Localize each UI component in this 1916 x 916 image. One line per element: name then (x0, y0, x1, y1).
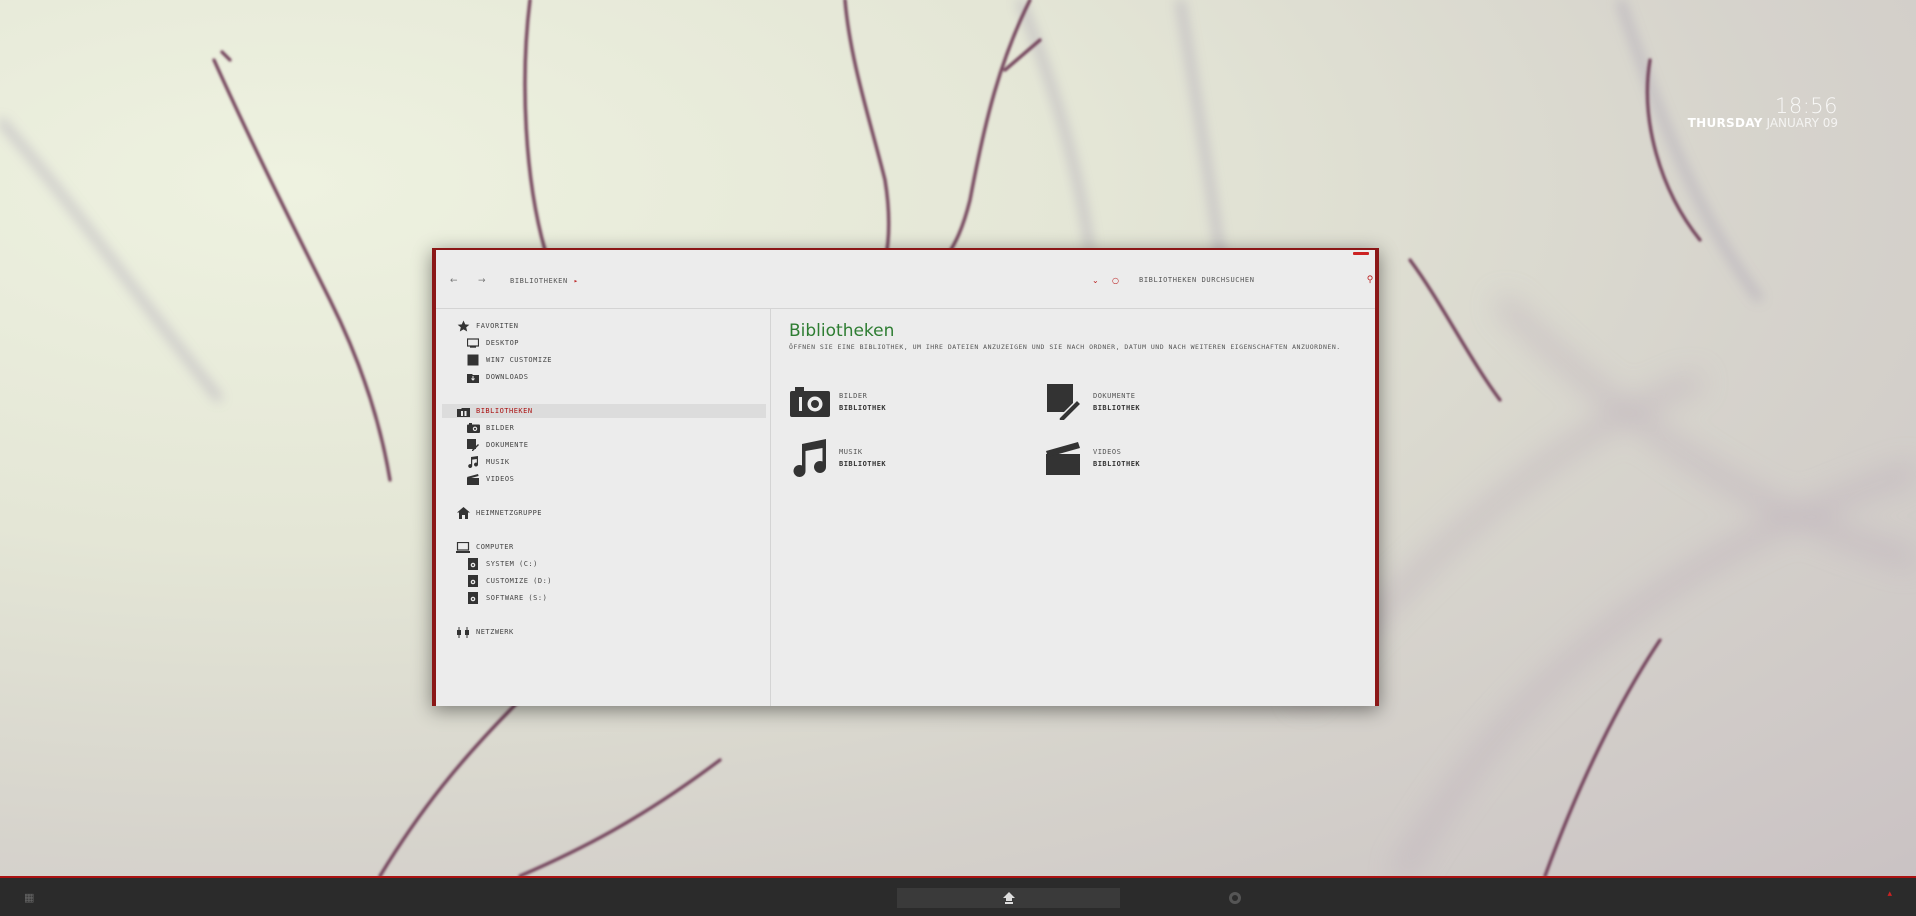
sidebar-item-bibliotheken[interactable]: BIBLIOTHEKEN (442, 404, 766, 418)
sidebar-item-bilder[interactable]: BILDER (466, 421, 514, 435)
sidebar-item-musik[interactable]: MUSIK (466, 455, 510, 469)
explorer-window: ← → BIBLIOTHEKEN ▸ ⌄ ○ BIBLIOTHEKEN DURCH… (432, 248, 1379, 706)
download-icon (466, 370, 480, 384)
square-icon (466, 353, 480, 367)
sidebar-item-netzwerk[interactable]: NETZWERK (456, 625, 514, 639)
taskbar-explorer-button[interactable] (897, 888, 1120, 908)
monitor-icon (466, 336, 480, 350)
library-tile-dokumente[interactable]: DOKUMENTE BIBLIOTHEK (1043, 381, 1140, 423)
library-icon (456, 404, 470, 418)
home-icon (456, 506, 470, 520)
document-icon (466, 438, 480, 452)
clapper-icon (466, 472, 480, 486)
tray-app-icon[interactable] (1228, 890, 1242, 909)
arrow-right-icon[interactable]: → (478, 276, 486, 286)
sidebar-item-favoriten[interactable]: FAVORITEN (456, 319, 518, 333)
star-icon (456, 319, 470, 333)
clapper-icon (1043, 437, 1085, 479)
sidebar-item-software-s[interactable]: SOFTWARE (S:) (466, 591, 547, 605)
drive-icon (466, 557, 480, 571)
tray-chevron-up-icon[interactable]: ▴ (1887, 889, 1892, 899)
search-placeholder: BIBLIOTHEKEN DURCHSUCHEN (1139, 276, 1255, 284)
start-grid-icon[interactable]: ▦ (24, 891, 34, 904)
explorer-icon (1002, 889, 1015, 908)
window-toolbar: ← → BIBLIOTHEKEN ▸ ⌄ ○ BIBLIOTHEKEN DURCH… (436, 250, 1375, 309)
breadcrumb-arrow-icon[interactable]: ▸ (574, 277, 579, 285)
content-pane: Bibliotheken ÖFFNEN SIE EINE BIBLIOTHEK,… (771, 309, 1375, 706)
sidebar-item-win7-customize[interactable]: WIN7 CUSTOMIZE (466, 353, 552, 367)
search-icon[interactable]: ⚲ (1367, 275, 1374, 285)
network-icon (456, 625, 470, 639)
page-subtitle: ÖFFNEN SIE EINE BIBLIOTHEK, UM IHRE DATE… (789, 343, 1341, 351)
navigation-pane: FAVORITEN DESKTOP WIN7 CUSTOMIZE DOWNLOA… (436, 309, 771, 706)
library-tile-videos[interactable]: VIDEOS BIBLIOTHEK (1043, 437, 1140, 479)
camera-icon (466, 421, 480, 435)
laptop-icon (456, 540, 470, 554)
refresh-icon[interactable]: ○ (1112, 276, 1119, 285)
camera-icon (789, 381, 831, 423)
taskbar: ▦ ▴ (0, 876, 1916, 916)
arrow-left-icon[interactable]: ← (450, 276, 458, 286)
library-tile-bilder[interactable]: BILDER BIBLIOTHEK (789, 381, 886, 423)
page-title: Bibliotheken (789, 321, 895, 341)
sidebar-item-videos[interactable]: VIDEOS (466, 472, 514, 486)
sidebar-item-dokumente[interactable]: DOKUMENTE (466, 438, 528, 452)
drive-icon (466, 591, 480, 605)
sidebar-item-computer[interactable]: COMPUTER (456, 540, 514, 554)
library-tile-musik[interactable]: MUSIK BIBLIOTHEK (789, 437, 886, 479)
breadcrumb[interactable]: BIBLIOTHEKEN ▸ (510, 277, 579, 285)
search-input[interactable]: BIBLIOTHEKEN DURCHSUCHEN ⚲ (1139, 275, 1374, 288)
document-icon (1043, 381, 1085, 423)
music-icon (789, 437, 831, 479)
music-icon (466, 455, 480, 469)
sidebar-item-desktop[interactable]: DESKTOP (466, 336, 519, 350)
sidebar-item-customize-d[interactable]: CUSTOMIZE (D:) (466, 574, 552, 588)
desktop-clock: 18:56 THURSDAY JANUARY 09 (1688, 94, 1838, 130)
drive-icon (466, 574, 480, 588)
clock-time: 18:56 (1774, 94, 1838, 118)
clock-day: THURSDAY (1687, 116, 1763, 130)
sidebar-item-downloads[interactable]: DOWNLOADS (466, 370, 528, 384)
sidebar-item-heimnetzgruppe[interactable]: HEIMNETZGRUPPE (456, 506, 542, 520)
breadcrumb-label: BIBLIOTHEKEN (510, 277, 568, 285)
clock-date: THURSDAY JANUARY 09 (1688, 116, 1838, 130)
clock-month-day: JANUARY 09 (1766, 116, 1839, 130)
chevron-down-icon[interactable]: ⌄ (1092, 276, 1099, 285)
sidebar-item-system-c[interactable]: SYSTEM (C:) (466, 557, 538, 571)
